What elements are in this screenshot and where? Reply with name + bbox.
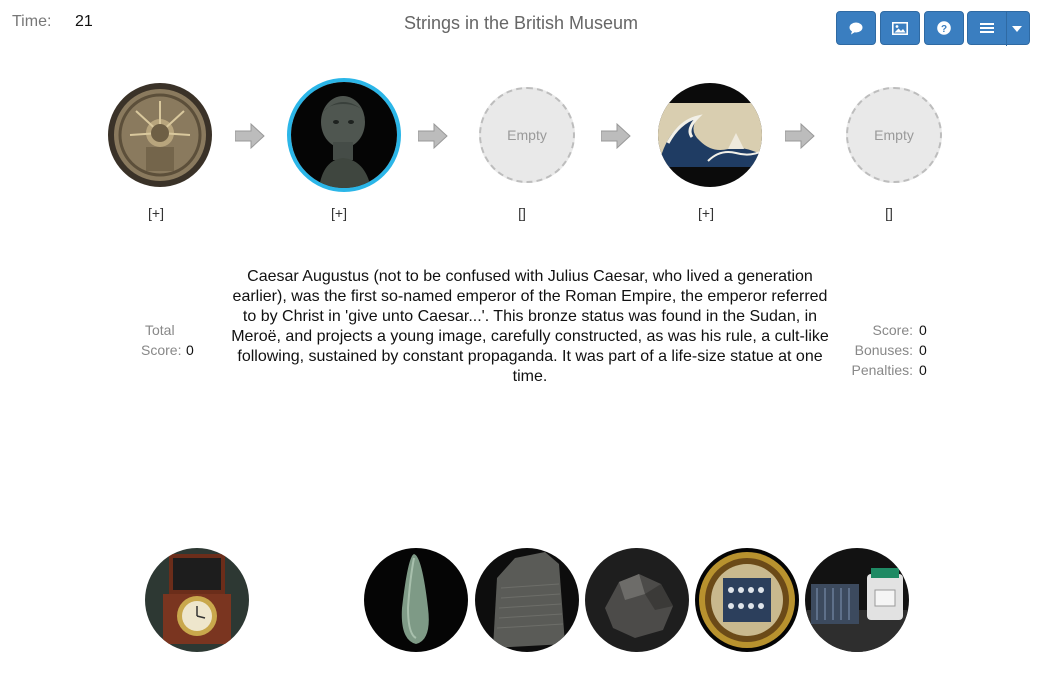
total-score-label: Score:: [141, 342, 182, 358]
chain-slot-3[interactable]: Empty: [479, 87, 575, 183]
image-icon: [892, 21, 908, 35]
chain-slot-1[interactable]: [108, 83, 212, 187]
slot-toggle-1[interactable]: [+]: [136, 205, 176, 221]
arrow-icon: [784, 122, 815, 154]
object-description: Caesar Augustus (not to be confused with…: [231, 268, 829, 385]
meteorite-icon: [585, 548, 689, 652]
chain-slot-4[interactable]: [658, 83, 762, 187]
penalties-value: 0: [919, 362, 927, 378]
ornate-plate-icon: [695, 548, 799, 652]
solar-lamp-icon: [805, 548, 909, 652]
menu-button[interactable]: [967, 11, 1030, 46]
menu-divider: [1006, 12, 1007, 46]
stone-axe-icon: [364, 548, 468, 652]
total-label: Total: [145, 322, 175, 338]
pool-item-rosetta-stone[interactable]: [475, 548, 579, 652]
bonuses-label: Bonuses:: [854, 342, 913, 358]
image-button[interactable]: [880, 11, 920, 45]
question-icon: ?: [937, 21, 951, 35]
slot-toggle-3[interactable]: []: [502, 205, 542, 221]
empty-slot-text: Empty: [507, 127, 547, 143]
hamburger-icon: [980, 22, 994, 34]
chevron-down-icon[interactable]: [1012, 26, 1022, 32]
arrow-icon: [600, 122, 631, 154]
score-value: 0: [919, 322, 927, 338]
comment-icon: [849, 22, 863, 35]
total-score-value: 0: [186, 342, 194, 358]
help-button[interactable]: ?: [924, 11, 964, 45]
empty-slot-text: Empty: [874, 127, 914, 143]
score-label: Score:: [872, 322, 913, 338]
bonuses-value: 0: [919, 342, 927, 358]
pool-item-ornate-plate[interactable]: [695, 548, 799, 652]
chain-slot-2[interactable]: [287, 78, 401, 192]
arrow-icon: [417, 122, 448, 154]
pool-item-stone-axe[interactable]: [364, 548, 468, 652]
pool-item-solar-lamp[interactable]: [805, 548, 909, 652]
chronometer-icon: [145, 548, 249, 652]
pool-item-chronometer[interactable]: [145, 548, 249, 652]
slot-toggle-2[interactable]: [+]: [319, 205, 359, 221]
rosetta-stone-icon: [475, 548, 579, 652]
great-wave-icon: [658, 83, 762, 187]
mosaic-helios-icon: [108, 83, 212, 187]
chain-slot-5[interactable]: Empty: [846, 87, 942, 183]
pool-item-meteorite[interactable]: [585, 548, 689, 652]
svg-text:?: ?: [941, 24, 947, 35]
slot-toggle-4[interactable]: [+]: [686, 205, 726, 221]
penalties-label: Penalties:: [851, 362, 913, 378]
arrow-icon: [234, 122, 265, 154]
slot-toggle-5[interactable]: []: [869, 205, 909, 221]
comment-button[interactable]: [836, 11, 876, 45]
augustus-bust-icon: [291, 82, 397, 188]
